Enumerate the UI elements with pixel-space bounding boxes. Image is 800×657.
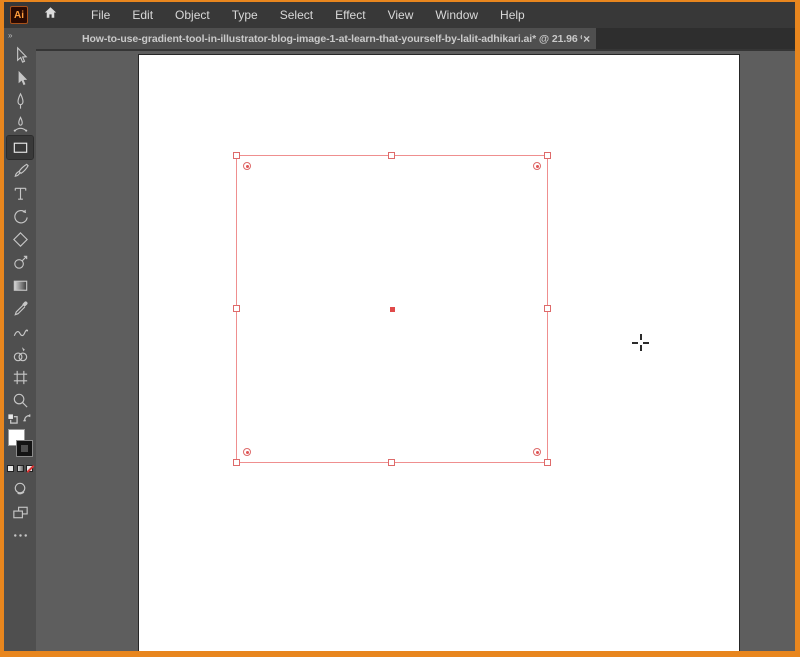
color-mode-button[interactable]	[7, 465, 14, 472]
menu-effect[interactable]: Effect	[324, 3, 376, 27]
zoom-tool[interactable]	[7, 389, 33, 412]
eyedropper-icon	[13, 301, 27, 316]
rectangle-tool[interactable]	[6, 135, 34, 160]
screen-mode-button[interactable]	[7, 501, 33, 524]
menu-object[interactable]: Object	[164, 3, 221, 27]
curvature-tool[interactable]	[7, 113, 33, 136]
document-tab-title: How-to-use-gradient-tool-in-illustrator-…	[82, 32, 582, 45]
handle-top-right[interactable]	[544, 152, 551, 159]
menu-help[interactable]: Help	[489, 3, 536, 27]
artboard-tool[interactable]	[7, 366, 33, 389]
window-frame: Ai File Edit Object Type Select Effect V…	[0, 0, 800, 657]
menu-edit[interactable]: Edit	[121, 3, 164, 27]
live-corner-widget-top-left[interactable]	[243, 162, 251, 170]
type-tool[interactable]	[7, 182, 33, 205]
selection-arrow-icon	[16, 46, 27, 63]
ellipsis-icon	[13, 534, 27, 537]
default-fill-stroke-icon[interactable]	[7, 411, 18, 429]
selection-center-point[interactable]	[389, 306, 395, 312]
shape-builder-tool[interactable]	[7, 343, 33, 366]
handle-top-left[interactable]	[233, 152, 240, 159]
handle-middle-left[interactable]	[233, 305, 240, 312]
shaper-tool[interactable]	[7, 228, 33, 251]
fill-stroke-indicator	[7, 429, 33, 461]
direct-selection-tool[interactable]	[7, 67, 33, 90]
illustrator-window: Ai File Edit Object Type Select Effect V…	[4, 2, 795, 651]
scale-tool[interactable]	[7, 251, 33, 274]
paintbrush-icon	[14, 163, 29, 177]
stroke-color-swatch[interactable]	[16, 440, 33, 457]
menu-bar: Ai File Edit Object Type Select Effect V…	[4, 2, 795, 28]
gradient-mode-button[interactable]	[16, 465, 24, 472]
drawing-mode-icon	[14, 482, 25, 495]
paint-mode-buttons	[7, 465, 33, 472]
none-mode-button[interactable]	[26, 465, 33, 472]
gradient-tool[interactable]	[7, 274, 33, 297]
squiggle-icon	[13, 329, 28, 337]
curvature-pen-icon	[13, 116, 27, 132]
artboard-crop-icon	[13, 370, 27, 385]
shape-builder-icon	[13, 347, 27, 362]
swap-fill-stroke-icon[interactable]	[22, 411, 33, 429]
selection-tool[interactable]	[7, 44, 33, 67]
collapse-panel-button[interactable]: »	[4, 30, 36, 44]
pen-tool[interactable]	[7, 90, 33, 113]
handle-bottom-center[interactable]	[388, 459, 395, 466]
rotate-tool[interactable]	[7, 205, 33, 228]
paintbrush-tool[interactable]	[7, 159, 33, 182]
crosshair-cursor-icon	[632, 334, 649, 351]
menu-type[interactable]: Type	[221, 3, 269, 27]
menu-file[interactable]: File	[80, 3, 121, 27]
tab-close-icon[interactable]: ×	[583, 33, 590, 45]
rotate-arrow-icon	[13, 209, 28, 224]
menu-items: File Edit Object Type Select Effect View…	[80, 3, 536, 27]
handle-bottom-left[interactable]	[233, 459, 240, 466]
gradient-swatch-icon	[13, 280, 27, 291]
document-tab-bar: How-to-use-gradient-tool-in-illustrator-…	[36, 28, 795, 51]
menu-window[interactable]: Window	[424, 3, 489, 27]
type-T-icon	[14, 187, 26, 200]
live-corner-widget-top-right[interactable]	[533, 162, 541, 170]
magnifier-icon	[13, 393, 28, 408]
direct-selection-arrow-icon	[18, 70, 27, 86]
live-corner-widget-bottom-right[interactable]	[533, 448, 541, 456]
illustrator-logo-icon: Ai	[10, 6, 28, 24]
home-button[interactable]	[43, 5, 58, 25]
live-corner-widget-bottom-left[interactable]	[243, 448, 251, 456]
warp-tool[interactable]	[7, 320, 33, 343]
handle-bottom-right[interactable]	[544, 459, 551, 466]
handle-top-center[interactable]	[388, 152, 395, 159]
rectangle-icon	[13, 142, 27, 153]
tools-panel: »	[4, 28, 36, 651]
pen-icon	[16, 92, 24, 109]
document-tab[interactable]: How-to-use-gradient-tool-in-illustrator-…	[36, 28, 596, 49]
edit-toolbar-button[interactable]	[7, 524, 33, 547]
home-icon	[43, 5, 58, 25]
selected-rectangle[interactable]	[233, 152, 551, 466]
menu-view[interactable]: View	[377, 3, 425, 27]
swatch-controls	[7, 411, 33, 429]
screen-mode-icon	[12, 506, 28, 519]
handle-middle-right[interactable]	[544, 305, 551, 312]
document-area: How-to-use-gradient-tool-in-illustrator-…	[36, 28, 795, 651]
drawing-mode-button[interactable]	[7, 478, 33, 501]
menu-select[interactable]: Select	[269, 3, 324, 27]
scale-icon	[13, 255, 27, 269]
canvas[interactable]	[36, 51, 795, 651]
diamond-icon	[12, 232, 28, 247]
eyedropper-tool[interactable]	[7, 297, 33, 320]
